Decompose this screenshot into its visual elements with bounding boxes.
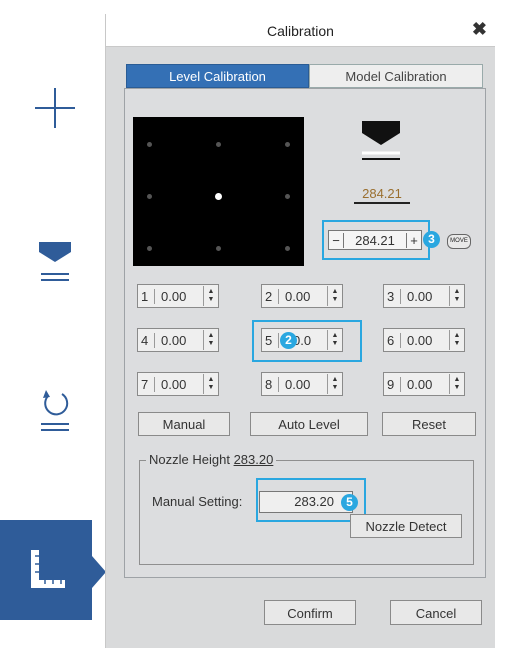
cancel-button[interactable]: Cancel bbox=[390, 600, 482, 625]
level-point-dot[interactable] bbox=[285, 194, 290, 199]
level-point-dot[interactable] bbox=[285, 142, 290, 147]
current-height-display: 284.21 bbox=[354, 186, 410, 204]
level-point-field[interactable]: 1 0.00 ▲ ▼ bbox=[137, 284, 219, 308]
level-point-dot-active[interactable] bbox=[215, 193, 222, 200]
spin-arrows-icon[interactable]: ▲ ▼ bbox=[449, 330, 464, 350]
ruler-icon bbox=[31, 550, 65, 588]
point-value[interactable]: 0.00 bbox=[401, 333, 449, 348]
nozzle-height-label: Nozzle Height bbox=[149, 452, 230, 467]
spin-arrows-icon[interactable]: ▲ ▼ bbox=[203, 286, 218, 306]
nozzle-icon bbox=[362, 121, 400, 160]
point-value[interactable]: 0.00 bbox=[401, 289, 449, 304]
increase-button[interactable]: + bbox=[407, 233, 421, 248]
plus-icon bbox=[35, 88, 75, 128]
point-number: 8 bbox=[262, 376, 279, 392]
manual-setting-label: Manual Setting: bbox=[152, 494, 243, 509]
tab-level-calibration[interactable]: Level Calibration bbox=[126, 64, 309, 88]
leveling-point-canvas[interactable] bbox=[133, 117, 304, 266]
level-point-field[interactable]: 8 0.00 ▲ ▼ bbox=[261, 372, 343, 396]
level-point-field[interactable]: 9 0.00 ▲ ▼ bbox=[383, 372, 465, 396]
callout-badge: 3 bbox=[423, 231, 440, 248]
point-number: 6 bbox=[384, 332, 401, 348]
reset-button[interactable]: Reset bbox=[382, 412, 476, 436]
tab-model-calibration[interactable]: Model Calibration bbox=[309, 64, 483, 88]
point-value[interactable]: 0.00 bbox=[279, 377, 327, 392]
point-value[interactable]: 0.00 bbox=[155, 333, 203, 348]
level-point-dot[interactable] bbox=[147, 194, 152, 199]
point-number: 4 bbox=[138, 332, 155, 348]
nozzle-detect-button[interactable]: Nozzle Detect bbox=[350, 514, 462, 538]
point-value[interactable]: 0.00 bbox=[155, 377, 203, 392]
manual-setting-input[interactable]: 283.20 bbox=[259, 491, 353, 513]
spin-arrows-icon[interactable]: ▲ ▼ bbox=[327, 330, 342, 350]
level-point-field[interactable]: 2 0.00 ▲ ▼ bbox=[261, 284, 343, 308]
height-stepper[interactable]: − 284.21 + bbox=[328, 230, 422, 250]
level-point-dot[interactable] bbox=[147, 246, 152, 251]
title-bar: Calibration ✖ bbox=[106, 14, 495, 47]
spin-arrows-icon[interactable]: ▲ ▼ bbox=[203, 374, 218, 394]
spin-arrows-icon[interactable]: ▲ ▼ bbox=[327, 374, 342, 394]
add-tool-button[interactable] bbox=[0, 88, 110, 128]
point-number: 5 bbox=[262, 332, 279, 348]
point-number: 9 bbox=[384, 376, 401, 392]
calibration-dialog: Calibration ✖ Level Calibration Model Ca… bbox=[105, 14, 495, 648]
level-point-dot[interactable] bbox=[216, 246, 221, 251]
nozzle-height-legend: Nozzle Height 283.20 bbox=[146, 452, 277, 467]
rotate-icon bbox=[41, 390, 69, 431]
nozzle-tool-button[interactable] bbox=[0, 238, 110, 288]
point-number: 3 bbox=[384, 288, 401, 304]
point-number: 7 bbox=[138, 376, 155, 392]
calibration-tool-button[interactable] bbox=[0, 520, 92, 620]
nozzle-icon bbox=[39, 242, 71, 281]
reset-tool-button[interactable] bbox=[0, 386, 110, 436]
auto-level-button[interactable]: Auto Level bbox=[250, 412, 368, 436]
spin-arrows-icon[interactable]: ▲ ▼ bbox=[203, 330, 218, 350]
level-point-field-selected[interactable]: 5 0.0 ▲ ▼ bbox=[261, 328, 343, 352]
point-value[interactable]: 0.00 bbox=[155, 289, 203, 304]
point-number: 1 bbox=[138, 288, 155, 304]
level-point-field[interactable]: 3 0.00 ▲ ▼ bbox=[383, 284, 465, 308]
level-point-field[interactable]: 7 0.00 ▲ ▼ bbox=[137, 372, 219, 396]
spin-arrows-icon[interactable]: ▲ ▼ bbox=[327, 286, 342, 306]
spin-arrows-icon[interactable]: ▲ ▼ bbox=[449, 286, 464, 306]
callout-badge: 5 bbox=[341, 494, 358, 511]
level-point-dot[interactable] bbox=[285, 246, 290, 251]
move-button[interactable]: MOVE bbox=[447, 234, 471, 249]
callout-badge: 2 bbox=[280, 332, 297, 349]
nozzle-height-value: 283.20 bbox=[233, 452, 274, 467]
active-indicator bbox=[92, 556, 106, 588]
point-value[interactable]: 0.00 bbox=[279, 289, 327, 304]
spin-arrows-icon[interactable]: ▲ ▼ bbox=[449, 374, 464, 394]
dialog-title: Calibration bbox=[267, 23, 334, 39]
decrease-button[interactable]: − bbox=[329, 233, 343, 248]
level-point-field[interactable]: 4 0.00 ▲ ▼ bbox=[137, 328, 219, 352]
height-stepper-value[interactable]: 284.21 bbox=[343, 232, 407, 248]
confirm-button[interactable]: Confirm bbox=[264, 600, 356, 625]
manual-button[interactable]: Manual bbox=[138, 412, 230, 436]
level-point-dot[interactable] bbox=[147, 142, 152, 147]
point-number: 2 bbox=[262, 288, 279, 304]
level-point-field[interactable]: 6 0.00 ▲ ▼ bbox=[383, 328, 465, 352]
close-icon[interactable]: ✖ bbox=[472, 19, 487, 40]
level-point-dot[interactable] bbox=[216, 142, 221, 147]
point-value[interactable]: 0.00 bbox=[401, 377, 449, 392]
